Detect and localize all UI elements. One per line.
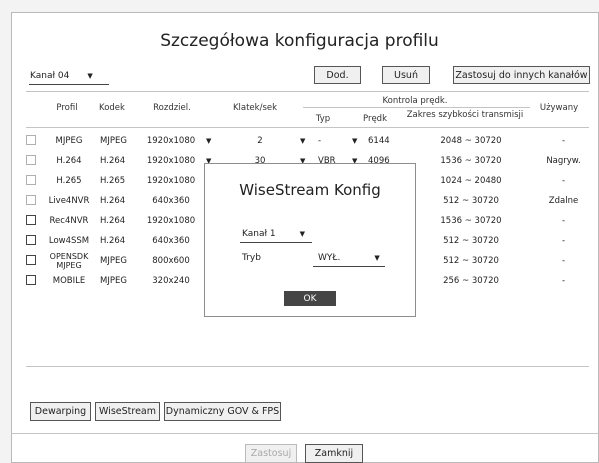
cell-range: 1024 ~ 20480 xyxy=(440,176,502,186)
dialog-channel-underline xyxy=(240,242,312,243)
header-subline xyxy=(303,107,530,108)
cell-codec: H.265 xyxy=(100,176,126,186)
cell-used: - xyxy=(561,176,566,186)
close-button[interactable]: Zamknij xyxy=(305,444,363,463)
header-codec: Kodek xyxy=(99,103,125,113)
cell-type[interactable]: - xyxy=(316,131,352,151)
row-checkbox[interactable] xyxy=(26,274,36,285)
header-bottom-border xyxy=(26,127,589,128)
header-range: Zakres szybkości transmisji xyxy=(406,110,524,120)
row-checkbox[interactable] xyxy=(26,214,36,225)
chevron-down-icon: ▼ xyxy=(374,254,380,262)
row-checkbox[interactable] xyxy=(26,174,36,185)
cell-profile: H.264 xyxy=(56,156,82,166)
apply-to-other-channels-button[interactable]: Zastosuj do innych kanałów xyxy=(453,66,590,84)
cell-range: 2048 ~ 30720 xyxy=(440,136,502,146)
cell-used: - xyxy=(561,136,566,146)
header-fps: Klatek/sek xyxy=(232,103,278,113)
dialog-mode-underline xyxy=(313,266,385,267)
cell-range: 512 ~ 30720 xyxy=(443,256,499,266)
channel-select-value: Kanał 04 xyxy=(30,71,70,81)
cell-codec: H.264 xyxy=(100,236,126,246)
row-checkbox[interactable] xyxy=(26,234,36,245)
table-bottom-border xyxy=(26,366,589,367)
cell-used: - xyxy=(561,216,566,226)
cell-resolution[interactable]: 640x360 xyxy=(136,191,206,211)
cell-profile: OPENSDK MJPEG xyxy=(49,252,89,270)
cell-profile: H.265 xyxy=(56,176,82,186)
row-checkbox[interactable] xyxy=(26,254,36,265)
cell-codec: MJPEG xyxy=(100,256,127,266)
header-used: Używany xyxy=(539,103,579,113)
cell-profile: Low4SSM xyxy=(48,236,90,246)
header-type: Typ xyxy=(315,114,331,124)
cell-range: 1536 ~ 30720 xyxy=(440,156,502,166)
cell-resolution[interactable]: 1920x1080 xyxy=(136,151,206,171)
table-row[interactable]: MJPEG MJPEG 1920x1080 ▼ 2 ▼ - ▼ 6144 2048 ~ 30720… xyxy=(26,131,591,151)
cell-codec: MJPEG xyxy=(100,276,127,286)
cell-fps[interactable]: 2 xyxy=(220,131,300,151)
cell-codec: MJPEG xyxy=(100,136,127,146)
cell-range: 1536 ~ 30720 xyxy=(440,216,502,226)
cell-speed[interactable]: 6144 xyxy=(362,131,406,151)
dewarping-button[interactable]: Dewarping xyxy=(30,402,91,421)
cell-resolution[interactable]: 640x360 xyxy=(136,231,206,251)
wisestream-button[interactable]: WiseStream xyxy=(95,402,160,421)
cell-used: Nagryw. xyxy=(546,156,581,166)
footer-divider xyxy=(11,433,599,434)
dialog-mode-select[interactable]: WYŁ. ▼ xyxy=(318,253,380,263)
wisestream-config-dialog: WiseStream Konfig Kanał 1 ▼ Tryb WYŁ. ▼ OK xyxy=(204,163,416,317)
cell-codec: H.264 xyxy=(100,216,126,226)
cell-range: 512 ~ 30720 xyxy=(443,236,499,246)
dialog-title: WiseStream Konfig xyxy=(239,181,381,199)
cell-profile: Live4NVR xyxy=(48,196,90,206)
cell-resolution[interactable]: 1920x1080 xyxy=(136,131,206,151)
dynamic-gov-fps-button[interactable]: Dynamiczny GOV & FPS xyxy=(164,402,281,421)
chevron-down-icon[interactable]: ▼ xyxy=(352,137,357,145)
cell-resolution[interactable]: 1920x1080 xyxy=(136,171,206,191)
cell-used: - xyxy=(561,256,566,266)
ok-button[interactable]: OK xyxy=(284,291,336,306)
cell-range: 256 ~ 30720 xyxy=(443,276,499,286)
cell-resolution[interactable]: 1920x1080 xyxy=(136,211,206,231)
cell-profile: MJPEG xyxy=(55,136,83,146)
cell-resolution[interactable]: 320x240 xyxy=(136,271,206,291)
chevron-down-icon[interactable]: ▼ xyxy=(206,137,211,145)
dialog-mode-value: WYŁ. xyxy=(318,253,341,263)
dialog-mode-label: Tryb xyxy=(242,253,261,263)
chevron-down-icon: ▼ xyxy=(87,72,93,80)
row-checkbox[interactable] xyxy=(26,194,36,205)
channel-select-underline xyxy=(29,84,109,85)
header-profile: Profil xyxy=(56,103,78,113)
cell-used: - xyxy=(561,236,566,246)
cell-codec: H.264 xyxy=(100,196,126,206)
cell-range: 512 ~ 30720 xyxy=(443,196,499,206)
cell-profile: Rec4NVR xyxy=(49,216,89,226)
cell-profile: MOBILE xyxy=(52,276,86,286)
cell-used: Zdalne xyxy=(548,196,579,206)
chevron-down-icon[interactable]: ▼ xyxy=(300,137,305,145)
dialog-channel-value: Kanał 1 xyxy=(242,229,276,239)
row-checkbox[interactable] xyxy=(26,154,36,165)
add-button[interactable]: Dod. xyxy=(314,66,361,84)
table-top-border xyxy=(26,91,589,92)
cell-resolution[interactable]: 800x600 xyxy=(136,251,206,271)
apply-button[interactable]: Zastosuj xyxy=(245,444,297,463)
header-bitrate-control: Kontrola prędk. xyxy=(382,96,448,106)
chevron-down-icon: ▼ xyxy=(299,230,306,238)
dialog-channel-select[interactable]: Kanał 1 ▼ xyxy=(242,229,305,239)
page-title: Szczegółowa konfiguracja profilu xyxy=(160,31,439,51)
header-resolution: Rozdziel. xyxy=(153,103,191,113)
remove-button[interactable]: Usuń xyxy=(382,66,430,84)
channel-select[interactable]: Kanał 04 ▼ xyxy=(30,71,93,81)
header-speed: Prędk xyxy=(362,114,388,124)
cell-used: - xyxy=(561,276,566,286)
row-checkbox[interactable] xyxy=(26,134,36,145)
cell-codec: H.264 xyxy=(100,156,126,166)
